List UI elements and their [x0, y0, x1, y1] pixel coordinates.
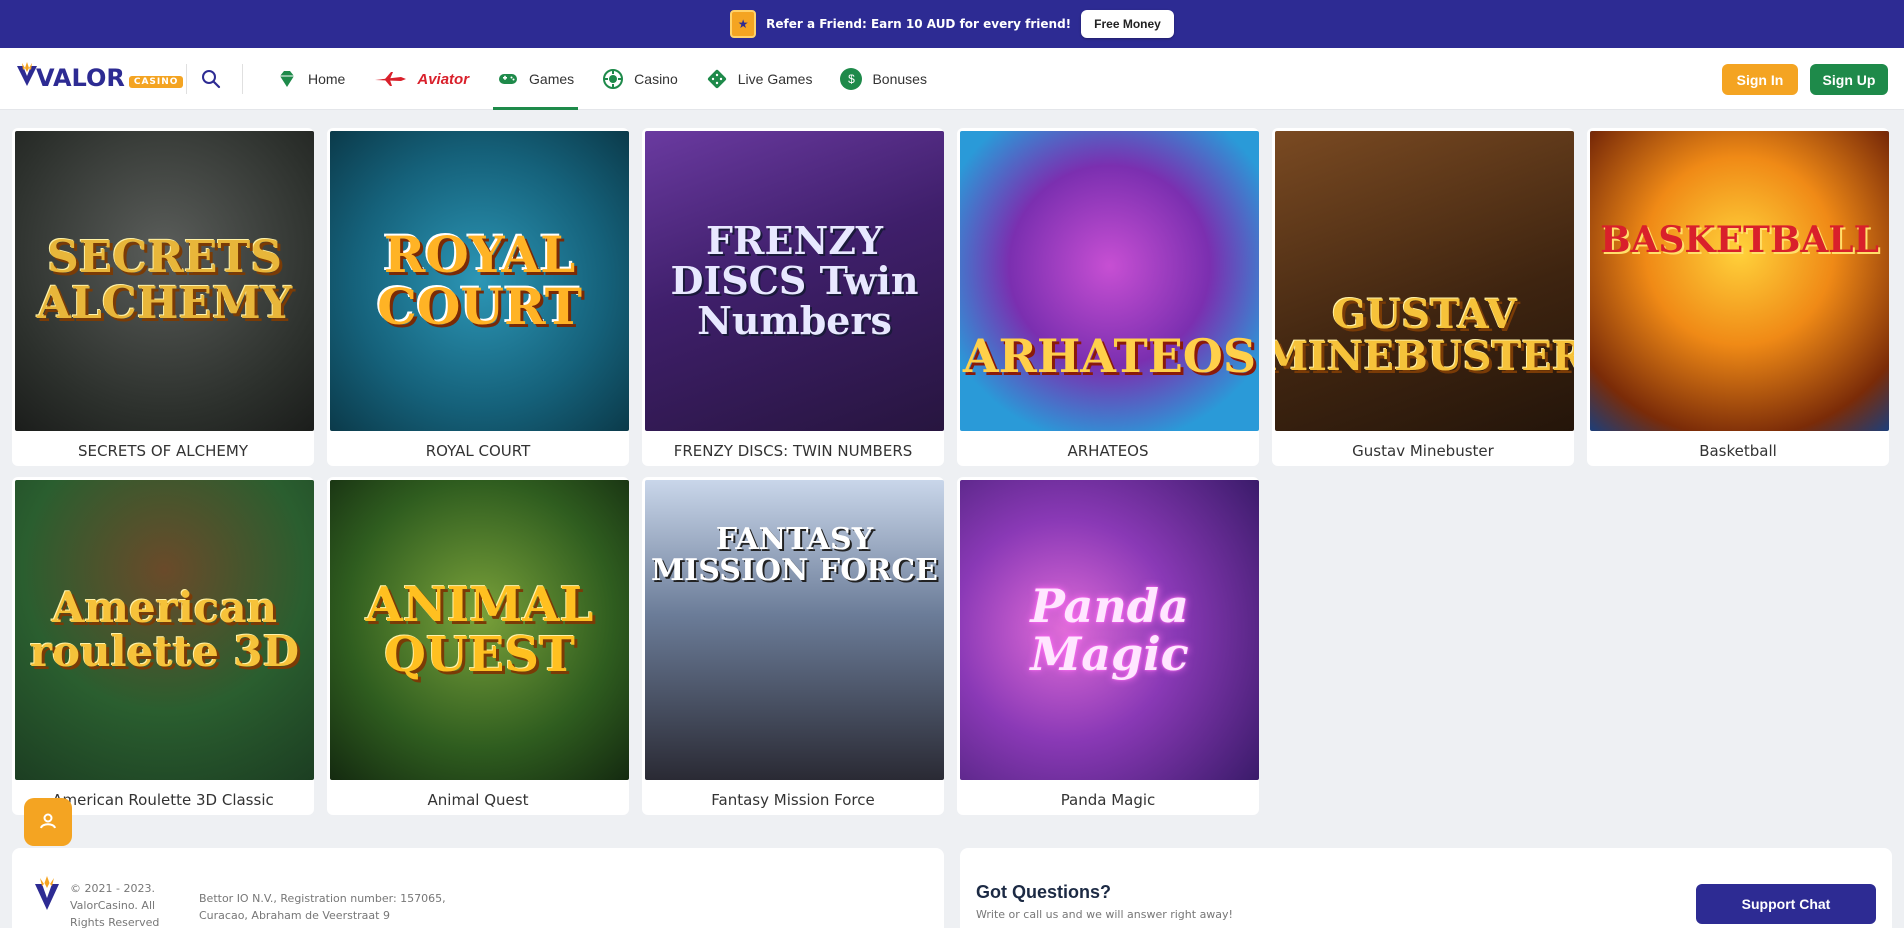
chip-icon — [602, 68, 624, 90]
game-card[interactable]: ROYAL COURT ROYAL COURT — [327, 128, 629, 466]
profile-button[interactable] — [24, 798, 72, 846]
game-card[interactable]: ARHATEOS ARHATEOS — [957, 128, 1259, 466]
game-card[interactable]: BASKETBALL Basketball — [1587, 128, 1889, 466]
footer-legal: © 2021 - 2023. ValorCasino. All Rights R… — [12, 848, 944, 928]
divider — [242, 64, 243, 94]
game-art-text: FRENZY DISCS Twin Numbers — [670, 218, 919, 343]
game-card[interactable]: ANIMAL QUEST Animal Quest — [327, 477, 629, 815]
nav-casino-label: Casino — [634, 71, 678, 87]
game-title[interactable]: Fantasy Mission Force — [645, 780, 941, 809]
footer-support: Got Questions? Write or call us and we w… — [960, 848, 1892, 928]
footer-copyright: © 2021 - 2023. ValorCasino. All Rights R… — [70, 882, 160, 928]
game-thumbnail[interactable]: ANIMAL QUEST — [330, 480, 629, 780]
footer-registration: Bettor IO N.V., Registration number: 157… — [199, 892, 446, 922]
game-art-text: SECRETS ALCHEMY — [36, 231, 293, 329]
game-art-text: BASKETBALL — [1600, 219, 1879, 262]
questions-subtitle: Write or call us and we will answer righ… — [976, 908, 1233, 921]
game-card[interactable]: GUSTAV MINEBUSTER Gustav Minebuster — [1272, 128, 1574, 466]
logo-v-icon — [16, 61, 38, 95]
game-art-text: Panda Magic — [1030, 578, 1189, 681]
nav-live-games-label: Live Games — [737, 71, 813, 87]
game-card[interactable]: American roulette 3D American Roulette 3… — [12, 477, 314, 815]
nav-aviator[interactable]: Aviator — [359, 48, 483, 110]
game-title[interactable]: ARHATEOS — [960, 431, 1256, 460]
game-thumbnail[interactable]: BASKETBALL — [1590, 131, 1889, 431]
game-title[interactable]: Basketball — [1590, 431, 1886, 460]
diamond-icon — [276, 68, 298, 90]
divider — [186, 64, 187, 94]
game-thumbnail[interactable]: ARHATEOS — [960, 131, 1259, 431]
main-nav: Home Aviator Games Casino Live Games $ B… — [262, 48, 941, 110]
game-art-text: ANIMAL QUEST — [365, 576, 594, 683]
dollar-icon: $ — [840, 68, 863, 90]
game-card[interactable]: FANTASY MISSION FORCE Fantasy Mission Fo… — [642, 477, 944, 815]
promo-bar: ★ Refer a Friend: Earn 10 AUD for every … — [0, 0, 1904, 48]
game-title[interactable]: Panda Magic — [960, 780, 1256, 809]
site-logo[interactable]: VALOR CASINO — [16, 60, 184, 96]
nav-games-label: Games — [529, 71, 575, 87]
footer-logo-icon — [34, 876, 60, 920]
game-thumbnail[interactable]: FANTASY MISSION FORCE — [645, 480, 944, 780]
game-card[interactable]: FRENZY DISCS Twin Numbers FRENZY DISCS: … — [642, 128, 944, 466]
game-thumbnail[interactable]: SECRETS ALCHEMY — [15, 131, 314, 431]
game-thumbnail[interactable]: Panda Magic — [960, 480, 1259, 780]
game-title[interactable]: FRENZY DISCS: TWIN NUMBERS — [645, 431, 941, 460]
nav-casino[interactable]: Casino — [588, 48, 692, 110]
trophy-icon: ★ — [730, 10, 757, 38]
support-chat-button[interactable]: Support Chat — [1696, 884, 1876, 924]
plane-icon — [373, 68, 407, 90]
free-money-button[interactable]: Free Money — [1081, 10, 1174, 38]
game-thumbnail[interactable]: GUSTAV MINEBUSTER — [1275, 131, 1574, 431]
nav-live-games[interactable]: Live Games — [692, 48, 827, 110]
user-icon — [38, 811, 58, 834]
gamepad-icon — [497, 68, 519, 90]
nav-bonuses[interactable]: $ Bonuses — [826, 48, 940, 110]
nav-home[interactable]: Home — [262, 48, 359, 110]
nav-games[interactable]: Games — [483, 48, 588, 110]
sign-in-button[interactable]: Sign In — [1722, 64, 1798, 95]
search-icon[interactable] — [200, 68, 222, 90]
game-title[interactable]: Animal Quest — [330, 780, 626, 809]
game-title[interactable]: ROYAL COURT — [330, 431, 626, 460]
game-title[interactable]: Gustav Minebuster — [1275, 431, 1571, 460]
questions-title: Got Questions? — [976, 882, 1111, 902]
game-grid: SECRETS ALCHEMY SECRETS OF ALCHEMY ROYAL… — [12, 128, 1892, 815]
dice-icon — [706, 68, 728, 90]
site-header: VALOR CASINO Home Aviator Games Casino L… — [0, 48, 1904, 110]
game-thumbnail[interactable]: ROYAL COURT — [330, 131, 629, 431]
game-art-text: GUSTAV MINEBUSTER — [1275, 291, 1574, 380]
nav-aviator-label: Aviator — [417, 70, 470, 88]
game-art-text: American roulette 3D — [29, 582, 300, 676]
game-card[interactable]: Panda Magic Panda Magic — [957, 477, 1259, 815]
game-thumbnail[interactable]: American roulette 3D — [15, 480, 314, 780]
game-card[interactable]: SECRETS ALCHEMY SECRETS OF ALCHEMY — [12, 128, 314, 466]
promo-text: Refer a Friend: Earn 10 AUD for every fr… — [766, 17, 1072, 31]
game-art-text: ARHATEOS — [962, 328, 1257, 383]
logo-badge: CASINO — [128, 76, 184, 88]
game-art-text: FANTASY MISSION FORCE — [650, 521, 939, 588]
game-title[interactable]: SECRETS OF ALCHEMY — [15, 431, 311, 460]
nav-bonuses-label: Bonuses — [872, 71, 927, 87]
sign-up-button[interactable]: Sign Up — [1810, 64, 1888, 95]
logo-word: VALOR — [36, 64, 125, 92]
game-thumbnail[interactable]: FRENZY DISCS Twin Numbers — [645, 131, 944, 431]
nav-home-label: Home — [308, 71, 346, 87]
game-art-text: ROYAL COURT — [377, 224, 582, 336]
